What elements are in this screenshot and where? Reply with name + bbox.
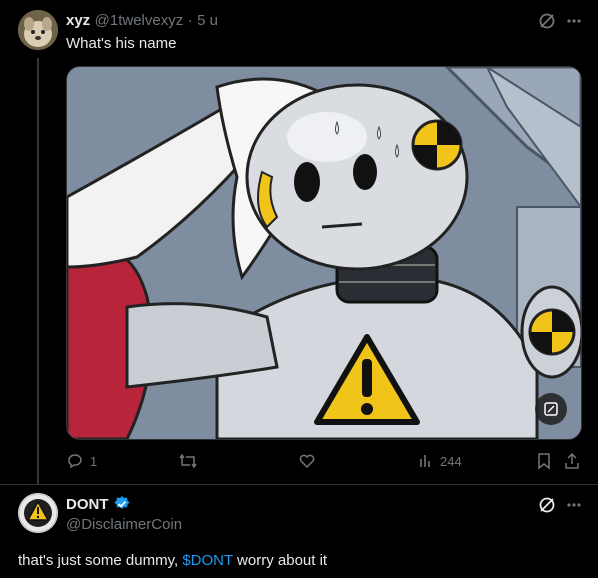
edit-image-icon	[544, 402, 558, 416]
more-options-icon[interactable]	[566, 12, 582, 35]
warning-logo-icon	[18, 493, 58, 533]
tweet-text: that's just some dummy, $DONT worry abou…	[18, 552, 327, 569]
share-icon	[565, 452, 579, 469]
tweet-actions-bar: 1 244	[66, 452, 586, 476]
dot-separator: ·	[187, 12, 193, 29]
grok-icon[interactable]	[538, 12, 556, 35]
retweet-icon	[179, 453, 197, 469]
like-button[interactable]	[298, 452, 322, 470]
thread-connector-line	[37, 58, 39, 484]
verified-badge-icon	[114, 496, 129, 509]
avatar-dog-image	[18, 10, 58, 50]
user-handle[interactable]: @DisclaimerCoin	[66, 516, 182, 533]
tweet-text: What's his name	[66, 35, 177, 52]
heart-icon	[299, 454, 315, 469]
display-name[interactable]: xyz	[66, 12, 90, 29]
edit-image-button[interactable]	[535, 393, 567, 425]
bookmark-icon	[538, 453, 550, 470]
avatar[interactable]	[18, 493, 58, 533]
reply-icon	[68, 454, 82, 469]
timestamp[interactable]: 5 u	[197, 12, 218, 29]
tweet-text-part: that's just some dummy,	[18, 552, 183, 569]
tweet-header: xyz @1twelvexyz · 5 u	[66, 12, 218, 30]
tweet-divider	[0, 484, 598, 485]
user-handle[interactable]: @1twelvexyz	[95, 12, 184, 29]
crash-test-dummy-illustration	[67, 67, 581, 439]
share-button[interactable]	[564, 452, 580, 470]
reply-button[interactable]: 1	[66, 452, 97, 470]
tweet-header: DONT	[66, 495, 131, 513]
views-count: 244	[440, 453, 462, 469]
more-options-icon[interactable]	[566, 496, 582, 519]
grok-icon[interactable]	[538, 496, 556, 519]
reply-count: 1	[90, 453, 98, 469]
views-button[interactable]: 244	[418, 452, 462, 470]
tweet-text-part: worry about it	[232, 552, 328, 569]
retweet-button[interactable]	[178, 452, 204, 470]
views-icon	[420, 455, 430, 467]
bookmark-button[interactable]	[536, 452, 552, 470]
cashtag-link[interactable]: $DONT	[182, 552, 233, 569]
avatar[interactable]	[18, 10, 58, 50]
display-name[interactable]: DONT	[66, 496, 109, 513]
tweet-media-image[interactable]	[66, 66, 582, 440]
